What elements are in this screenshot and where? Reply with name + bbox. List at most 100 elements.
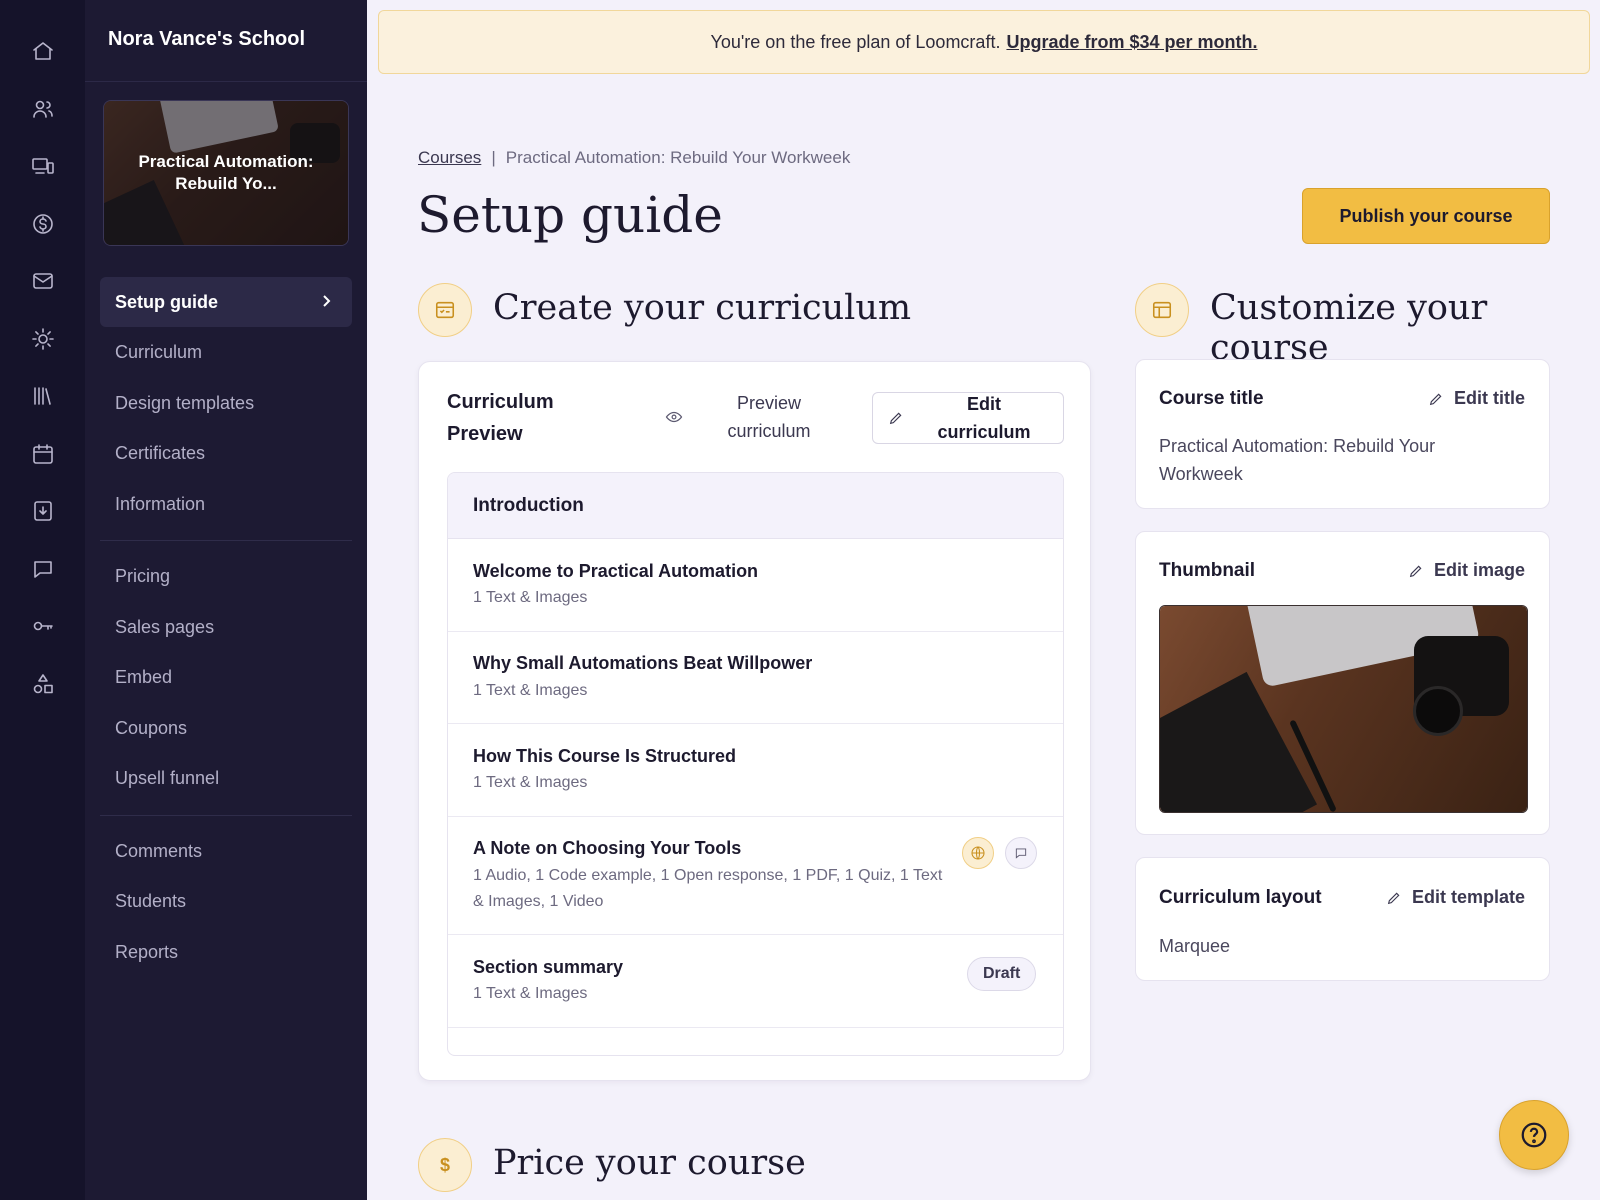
divider (100, 540, 352, 541)
sidebar-item-label: Information (115, 493, 206, 514)
curriculum-section-title: Create your curriculum (493, 288, 912, 328)
edit-image-label: Edit image (1433, 560, 1525, 580)
sidebar-item-students[interactable]: Students (100, 876, 352, 926)
sidebar-item-label: Curriculum (115, 341, 203, 362)
chat-icon[interactable] (28, 554, 58, 584)
shapes-icon[interactable] (28, 669, 58, 699)
library-icon[interactable] (28, 381, 58, 411)
lesson-title: Welcome to Practical Automation (473, 561, 759, 581)
edit-curriculum-button[interactable]: Edit curriculum (872, 392, 1064, 444)
lesson-title: How This Course Is Structured (473, 746, 737, 766)
devices-icon[interactable] (28, 151, 58, 181)
sun-icon[interactable] (28, 324, 58, 354)
edit-template-label: Edit template (1411, 887, 1525, 907)
lesson-meta: 1 Text & Images (473, 774, 588, 791)
course-title-card: Course title Edit title Practical Automa… (1135, 359, 1550, 509)
lesson-meta: 1 Text & Images (473, 682, 588, 699)
pencil-icon (1387, 892, 1400, 904)
sidebar-item-label: Design templates (115, 392, 255, 413)
sidebar-item-label: Setup guide (115, 291, 218, 312)
calendar-icon[interactable] (28, 439, 58, 469)
plan-banner: You're on the free plan of Loomcraft. Up… (378, 10, 1590, 74)
sidebar-item-certificates[interactable]: Certificates (100, 428, 352, 478)
lesson-row[interactable]: A Note on Choosing Your Tools 1 Audio, 1… (448, 817, 1063, 935)
sidebar-item-comments[interactable]: Comments (100, 826, 352, 876)
divider (100, 815, 352, 816)
comment-icon (1005, 837, 1037, 869)
sidebar-item-upsell-funnel[interactable]: Upsell funnel (100, 753, 352, 803)
publish-course-button[interactable]: Publish your course (1302, 188, 1550, 244)
home-icon[interactable] (28, 36, 58, 66)
lesson-meta: 1 Audio, 1 Code example, 1 Open response… (473, 867, 943, 910)
edit-title-button[interactable]: Edit title (1428, 388, 1525, 409)
course-sidebar: Nora Vance's School Practical Automation… (85, 0, 367, 1200)
breadcrumb: Courses | Practical Automation: Rebuild … (418, 148, 850, 168)
sidebar-item-coupons[interactable]: Coupons (100, 703, 352, 753)
edit-template-button[interactable]: Edit template (1386, 887, 1525, 908)
sidebar-item-setup-guide[interactable]: Setup guide (100, 277, 352, 327)
lesson-meta: 1 Text & Images (473, 589, 588, 606)
course-title-value: Practical Automation: Rebuild Your Workw… (1159, 436, 1436, 484)
customize-section-icon (1135, 283, 1189, 337)
course-card-title: Practical Automation: Rebuild Yo... (138, 152, 314, 193)
edit-image-button[interactable]: Edit image (1408, 560, 1525, 581)
sidebar-item-pricing[interactable]: Pricing (100, 551, 352, 601)
lesson-title: A Note on Choosing Your Tools (473, 838, 742, 858)
sidebar-item-design-templates[interactable]: Design templates (100, 378, 352, 428)
users-icon[interactable] (28, 94, 58, 124)
curriculum-layout-value: Marquee (1159, 936, 1231, 956)
sidebar-item-curriculum[interactable]: Curriculum (100, 327, 352, 377)
lesson-meta: 1 Text & Images (473, 985, 588, 1002)
thumbnail-image (1159, 605, 1528, 813)
edit-title-label: Edit title (1454, 388, 1525, 408)
thumbnail-label: Thumbnail (1159, 560, 1256, 581)
thumbnail-card: Thumbnail Edit image (1135, 531, 1550, 835)
dollar-icon: $ (439, 1154, 450, 1175)
sidebar-item-sales-pages[interactable]: Sales pages (100, 602, 352, 652)
help-button[interactable] (1499, 1100, 1569, 1170)
breadcrumb-separator: | (491, 148, 496, 167)
page-title: Setup guide (417, 186, 723, 244)
sidebar-item-label: Students (115, 890, 187, 911)
mail-icon[interactable] (28, 266, 58, 296)
customize-section-title: Customize your course (1210, 288, 1488, 368)
lesson-row[interactable]: Section summary 1 Text & Images Draft (448, 935, 1063, 1028)
plan-banner-text: You're on the free plan of Loomcraft. (710, 31, 1001, 52)
preview-curriculum-button[interactable]: Preview curriculum (654, 388, 844, 446)
sidebar-item-reports[interactable]: Reports (100, 927, 352, 977)
download-icon[interactable] (28, 496, 58, 526)
breadcrumb-courses-link[interactable]: Courses (418, 148, 481, 168)
sidebar-item-label: Pricing (115, 565, 171, 586)
section-header[interactable]: Introduction (448, 473, 1063, 539)
sidebar-item-label: Certificates (115, 442, 206, 463)
lesson-title: Why Small Automations Beat Willpower (473, 653, 813, 673)
breadcrumb-current: Practical Automation: Rebuild Your Workw… (505, 148, 851, 167)
lesson-row[interactable]: Welcome to Practical Automation 1 Text &… (448, 539, 1063, 632)
pencil-icon (1429, 393, 1442, 405)
preview-curriculum-label: Preview curriculum (727, 393, 811, 441)
upgrade-link[interactable]: Upgrade from $34 per month. (1006, 32, 1257, 53)
course-title-label: Course title (1159, 388, 1264, 409)
lesson-title: Section summary (473, 957, 624, 977)
sidebar-item-information[interactable]: Information (100, 479, 352, 529)
dollar-icon[interactable] (28, 209, 58, 239)
lesson-row[interactable]: Why Small Automations Beat Willpower 1 T… (448, 632, 1063, 724)
lesson-row[interactable]: How This Course Is Structured 1 Text & I… (448, 724, 1063, 817)
sidebar-item-embed[interactable]: Embed (100, 652, 352, 702)
sidebar-item-label: Embed (115, 666, 173, 687)
pencil-icon (1409, 565, 1422, 577)
edit-curriculum-label: Edit curriculum (937, 394, 1031, 442)
sidebar-item-label: Coupons (115, 717, 188, 738)
course-card[interactable]: Practical Automation: Rebuild Yo... (103, 100, 349, 246)
layout-icon (1152, 301, 1172, 319)
price-section-title: Price your course (493, 1143, 806, 1183)
globe-icon (962, 837, 994, 869)
icon-rail (0, 0, 85, 1200)
curriculum-preview-card: Curriculum Preview Preview curriculum Ed… (418, 361, 1091, 1081)
lesson-list: Introduction Welcome to Practical Automa… (447, 472, 1064, 1056)
question-icon (1521, 1122, 1547, 1148)
eye-icon (654, 408, 694, 426)
divider (85, 81, 367, 82)
key-icon[interactable] (28, 611, 58, 641)
sidebar-item-label: Sales pages (115, 616, 215, 637)
